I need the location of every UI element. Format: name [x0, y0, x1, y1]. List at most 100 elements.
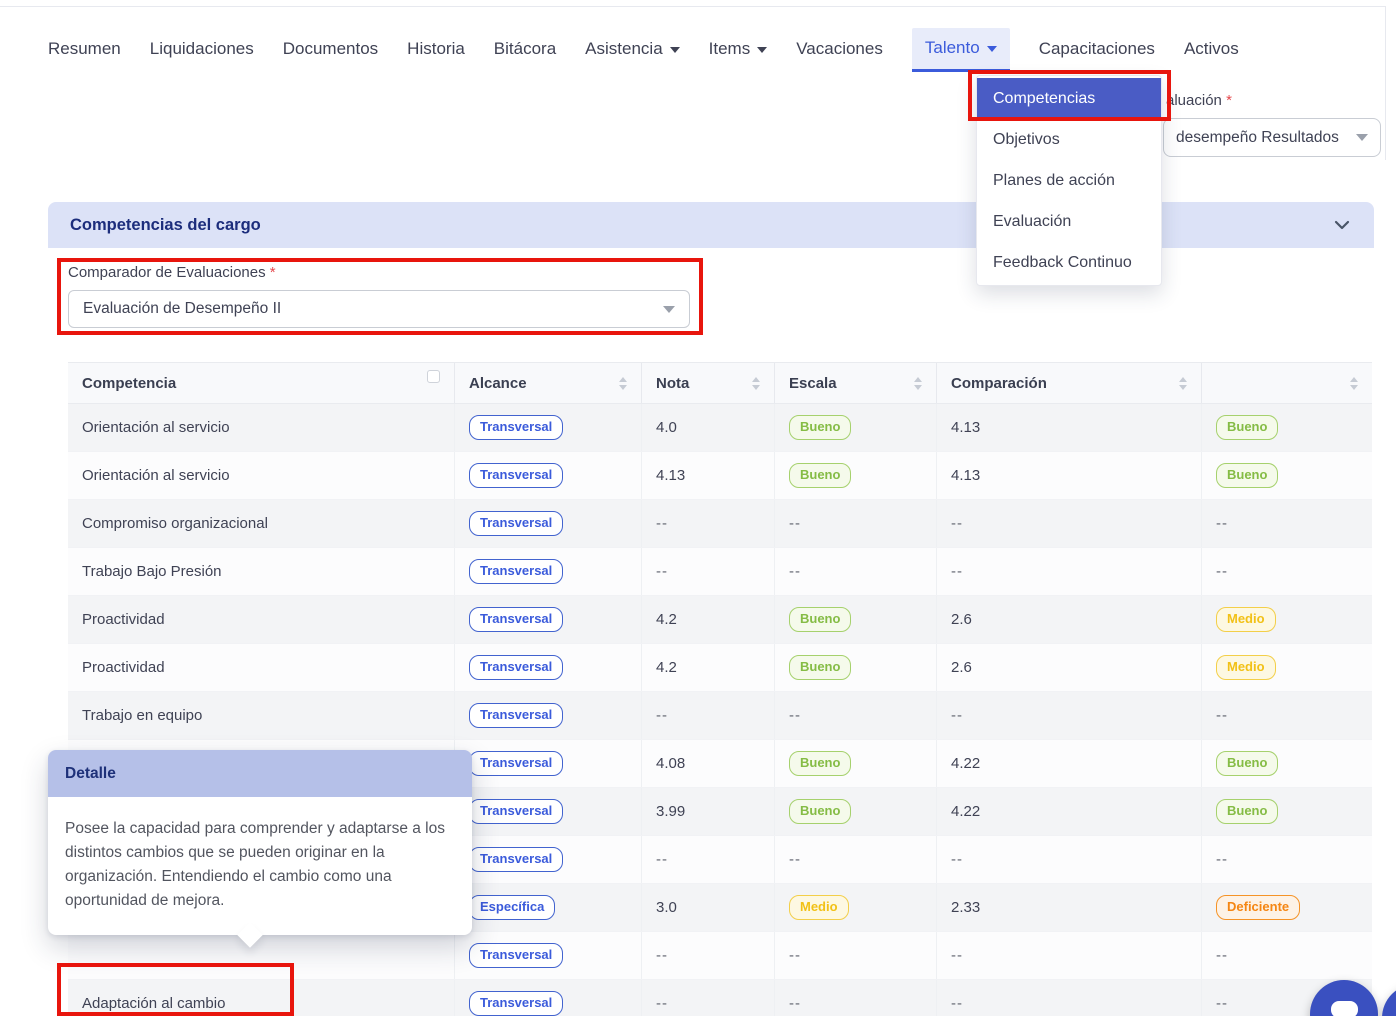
- competencia-value: Adaptación al cambio: [82, 995, 225, 1012]
- comparacion-value: --: [951, 851, 963, 868]
- table-row[interactable]: Trabajo en equipoTransversal--------: [68, 692, 1372, 740]
- chevron-down-icon: [663, 306, 675, 313]
- table-row[interactable]: ProactividadTransversal4.2Bueno2.6Medio: [68, 596, 1372, 644]
- comparacion-escala-value: --: [1216, 947, 1228, 964]
- panel-title: Competencias del cargo: [70, 216, 261, 235]
- column-header-label: Alcance: [469, 375, 527, 392]
- cell-escala: Bueno: [775, 788, 937, 835]
- nav-tab-historia[interactable]: Historia: [407, 29, 465, 72]
- nav-tab-talento[interactable]: Talento: [912, 28, 1010, 72]
- comparacion-escala-badge: Bueno: [1216, 463, 1278, 487]
- comparacion-value: --: [951, 515, 963, 532]
- cell-alcance: Específica: [455, 884, 642, 931]
- comparacion-value: 4.13: [951, 419, 980, 436]
- cell-comparacion-escala: --: [1202, 836, 1372, 883]
- nota-value: 4.08: [656, 755, 685, 772]
- menu-item-objetivos[interactable]: Objetivos: [977, 119, 1161, 160]
- competencia-value: Trabajo en equipo: [82, 707, 202, 724]
- sort-icon[interactable]: [914, 377, 922, 390]
- cell-escala: --: [775, 980, 937, 1016]
- sort-icon[interactable]: [752, 377, 760, 390]
- cell-comparacion-escala: Bueno: [1202, 788, 1372, 835]
- sort-icon[interactable]: [619, 377, 627, 390]
- cell-alcance: Transversal: [455, 500, 642, 547]
- cell-competencia: Trabajo Bajo Presión: [68, 548, 455, 595]
- table-row[interactable]: Transversal--------: [68, 932, 1372, 980]
- nav-tab-liquidaciones[interactable]: Liquidaciones: [150, 29, 254, 72]
- cell-escala: Bueno: [775, 452, 937, 499]
- nav-tab-items[interactable]: Items: [709, 29, 768, 72]
- nav-tab-vacaciones[interactable]: Vacaciones: [796, 29, 883, 72]
- nota-value: 4.0: [656, 419, 677, 436]
- nav-tab-label: Talento: [925, 38, 980, 58]
- cell-nota: 4.08: [642, 740, 775, 787]
- table-row[interactable]: Compromiso organizacionalTransversal----…: [68, 500, 1372, 548]
- secondary-fab-button[interactable]: [1382, 984, 1396, 1016]
- alcance-badge: Transversal: [469, 655, 563, 679]
- cell-comparacion: 4.22: [937, 740, 1202, 787]
- comparacion-escala-value: --: [1216, 995, 1228, 1012]
- collapse-chevron-icon[interactable]: [1332, 215, 1352, 235]
- comparacion-escala-value: --: [1216, 563, 1228, 580]
- cell-comparacion-escala: --: [1202, 692, 1372, 739]
- evaluation-select-label: aluación *: [1166, 92, 1232, 109]
- alcance-badge: Transversal: [469, 799, 563, 823]
- comparacion-value: 4.13: [951, 467, 980, 484]
- cell-comparacion: --: [937, 692, 1202, 739]
- cell-nota: --: [642, 500, 775, 547]
- menu-item-planes-de-acci-n[interactable]: Planes de acción: [977, 160, 1161, 201]
- nav-tab-label: Bitácora: [494, 39, 556, 59]
- cell-alcance: Transversal: [455, 740, 642, 787]
- competencia-value: Orientación al servicio: [82, 419, 230, 436]
- column-header-competencia: Competencia: [68, 363, 455, 403]
- comparacion-value: 4.22: [951, 755, 980, 772]
- comparador-select[interactable]: Evaluación de Desempeño II: [68, 290, 690, 328]
- cell-alcance: Transversal: [455, 596, 642, 643]
- alcance-badge: Transversal: [469, 511, 563, 535]
- table-row[interactable]: Orientación al servicioTransversal4.13Bu…: [68, 452, 1372, 500]
- cell-escala: --: [775, 692, 937, 739]
- nav-tab-capacitaciones[interactable]: Capacitaciones: [1039, 29, 1155, 72]
- panel-header[interactable]: Competencias del cargo: [48, 202, 1374, 248]
- content-card-top-border: [0, 6, 1386, 7]
- cell-comparacion: 2.6: [937, 644, 1202, 691]
- table-row[interactable]: Orientación al servicioTransversal4.0Bue…: [68, 404, 1372, 452]
- sort-icon[interactable]: [1179, 377, 1187, 390]
- menu-item-competencias[interactable]: Competencias: [977, 78, 1161, 119]
- tooltip-text: Posee la capacidad para comprender y ada…: [48, 797, 472, 935]
- escala-badge: Bueno: [789, 607, 851, 631]
- cell-comparacion-escala: Medio: [1202, 596, 1372, 643]
- menu-item-feedback-continuo[interactable]: Feedback Continuo: [977, 242, 1161, 283]
- alcance-badge: Transversal: [469, 415, 563, 439]
- column-header-label: Nota: [656, 375, 689, 392]
- nav-tab-bit-cora[interactable]: Bitácora: [494, 29, 556, 72]
- evaluation-select[interactable]: desempeño Resultados: [1163, 118, 1381, 157]
- comparacion-escala-value: --: [1216, 707, 1228, 724]
- menu-item-evaluaci-n[interactable]: Evaluación: [977, 201, 1161, 242]
- cell-nota: 4.2: [642, 644, 775, 691]
- sort-icon[interactable]: [1350, 377, 1358, 390]
- nav-tab-label: Items: [709, 39, 751, 59]
- nav-tab-asistencia[interactable]: Asistencia: [585, 29, 679, 72]
- escala-value: --: [789, 707, 801, 724]
- nav-tab-activos[interactable]: Activos: [1184, 29, 1239, 72]
- nota-value: 4.13: [656, 467, 685, 484]
- comparacion-value: 4.22: [951, 803, 980, 820]
- cell-comparacion-escala: Bueno: [1202, 740, 1372, 787]
- alcance-badge: Transversal: [469, 991, 563, 1015]
- tooltip-title: Detalle: [65, 765, 116, 783]
- cell-escala: Bueno: [775, 596, 937, 643]
- table-row[interactable]: ProactividadTransversal4.2Bueno2.6Medio: [68, 644, 1372, 692]
- nav-tab-label: Resumen: [48, 39, 121, 59]
- nav-tab-documentos[interactable]: Documentos: [283, 29, 378, 72]
- comparador-label: Comparador de Evaluaciones *: [68, 264, 276, 281]
- cell-escala: --: [775, 500, 937, 547]
- nav-tab-label: Capacitaciones: [1039, 39, 1155, 59]
- column-header-label: Competencia: [82, 375, 176, 392]
- table-row[interactable]: Adaptación al cambioTransversal--------: [68, 980, 1372, 1016]
- alcance-badge: Transversal: [469, 559, 563, 583]
- cell-comparacion-escala: --: [1202, 932, 1372, 979]
- table-row[interactable]: Trabajo Bajo PresiónTransversal--------: [68, 548, 1372, 596]
- select-all-checkbox[interactable]: [427, 370, 440, 383]
- nav-tab-resumen[interactable]: Resumen: [48, 29, 121, 72]
